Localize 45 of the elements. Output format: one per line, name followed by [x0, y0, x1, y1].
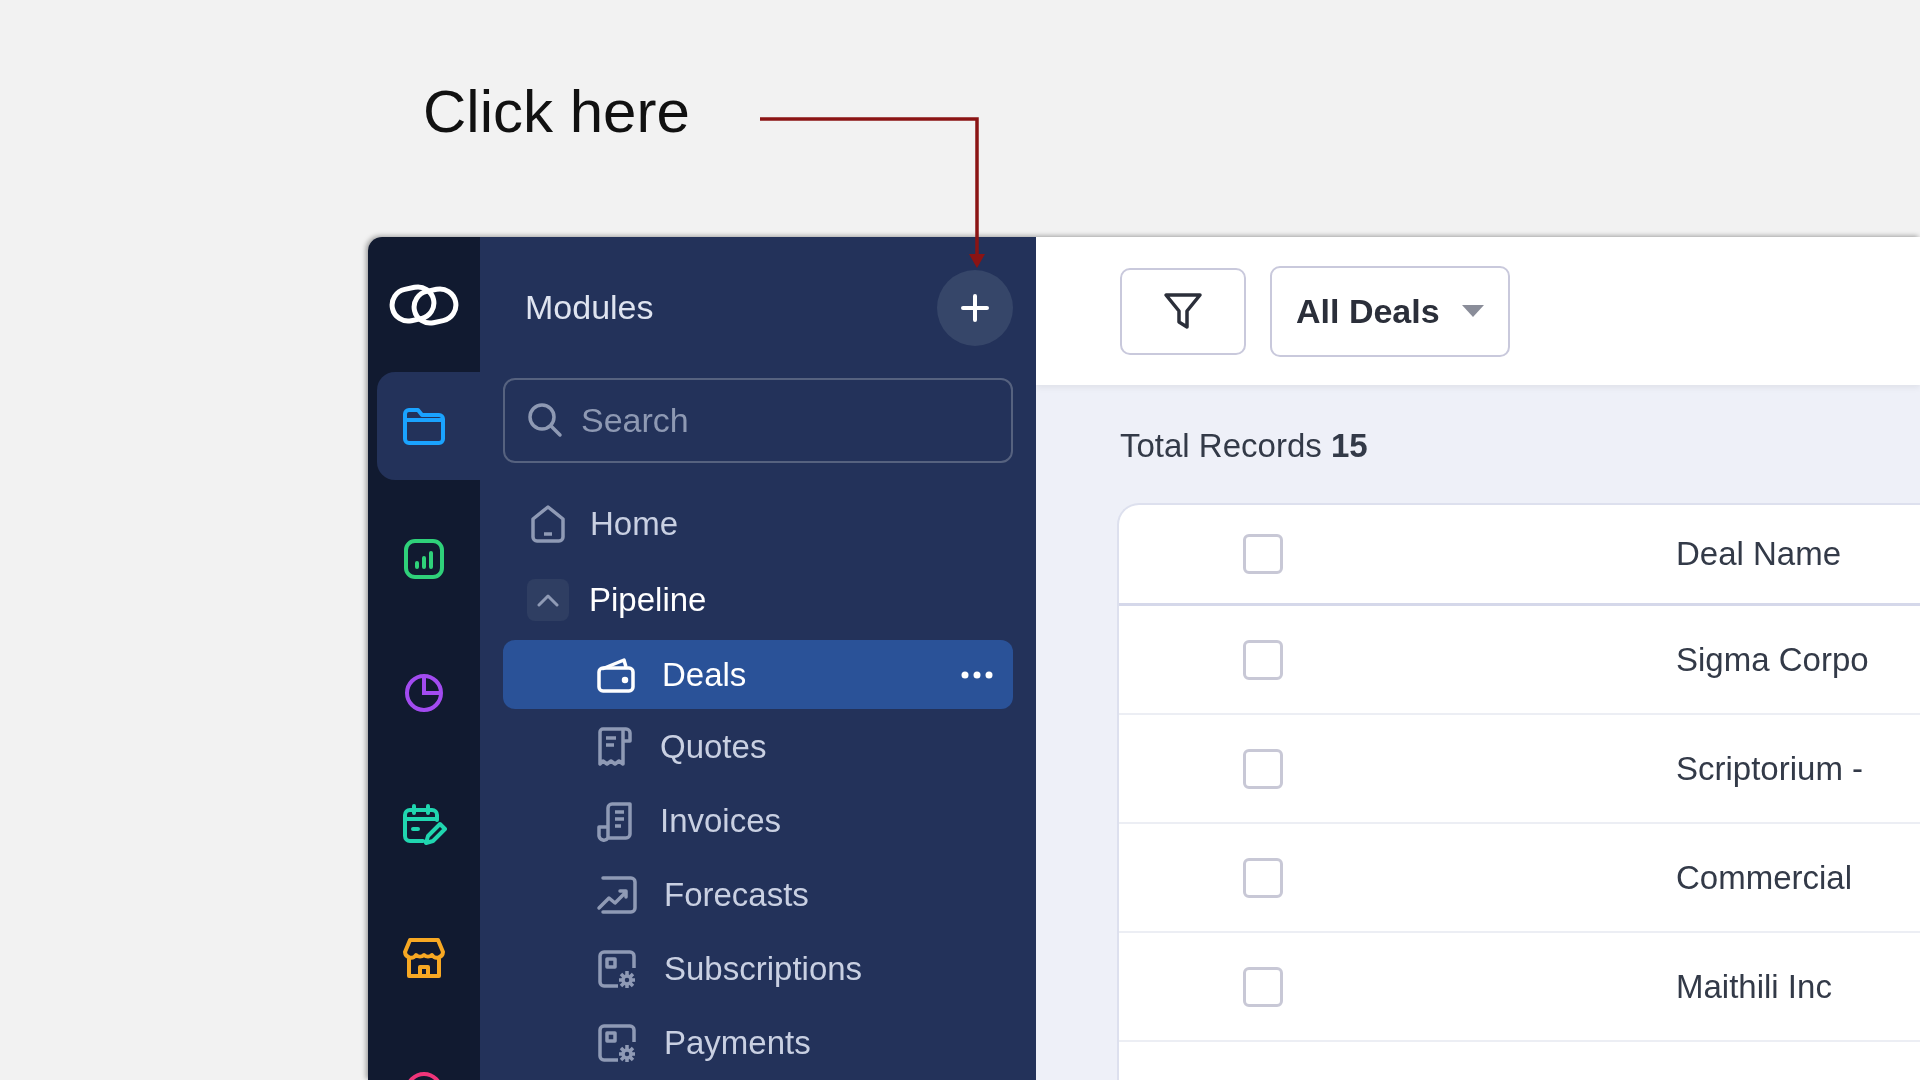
- nav-item[interactable]: Deals: [503, 640, 1013, 709]
- wallet-icon: [596, 655, 636, 694]
- receipt-icon: [596, 726, 634, 768]
- checkbox[interactable]: [1243, 857, 1283, 898]
- record-count: Total Records 15: [1120, 427, 1369, 465]
- nav-item[interactable]: Forecasts: [503, 859, 1013, 931]
- bar-chart-icon[interactable]: [403, 538, 445, 580]
- rail-tab[interactable]: [377, 372, 480, 480]
- chevron-icon: [537, 593, 559, 607]
- document-icon: [596, 800, 634, 842]
- nav-item[interactable]: Quotes: [503, 711, 1013, 783]
- checkbox[interactable]: [1243, 966, 1283, 1007]
- column-header[interactable]: Deal Name: [1676, 535, 1842, 573]
- settings-box-icon: [596, 948, 638, 990]
- checkbox[interactable]: [1243, 639, 1283, 680]
- nav-item[interactable]: Subscriptions: [503, 933, 1013, 1005]
- search-field[interactable]: Search: [503, 378, 1013, 463]
- logo-icon[interactable]: [389, 281, 459, 328]
- table-cell: Sigma Corpo: [1676, 640, 1869, 679]
- search-icon: [527, 402, 563, 438]
- nav-item[interactable]: Payments: [503, 1007, 1013, 1079]
- filter-button[interactable]: [1120, 267, 1246, 355]
- nav-group-label[interactable]: Pipeline: [589, 581, 707, 619]
- folder-icon[interactable]: [402, 406, 446, 446]
- caret-icon: [1461, 305, 1484, 317]
- checkbox[interactable]: [1243, 534, 1283, 574]
- nav-item[interactable]: Invoices: [503, 785, 1013, 857]
- panel-title: Modules: [525, 288, 654, 327]
- collapse-toggle[interactable]: [527, 579, 569, 621]
- table-cell: Commercial: [1676, 858, 1853, 897]
- calendar-edit-icon[interactable]: [401, 803, 447, 847]
- checkbox[interactable]: [1243, 748, 1283, 789]
- home-icon: [530, 504, 566, 544]
- pie-chart-icon[interactable]: [403, 671, 445, 713]
- table-cell: Scriptorium -: [1676, 749, 1864, 788]
- filter-icon: [1163, 291, 1203, 331]
- trend-chart-icon: [596, 875, 638, 915]
- view-dropdown[interactable]: All Deals: [1270, 265, 1510, 357]
- nav-item[interactable]: Home: [503, 486, 1013, 562]
- plus-icon: [961, 293, 989, 322]
- table-cell: Maithili Inc: [1676, 967, 1832, 1006]
- annotation-label: Click here: [423, 82, 690, 142]
- settings-box-icon: [596, 1022, 638, 1064]
- store-icon[interactable]: [402, 937, 446, 979]
- more-icon[interactable]: [961, 670, 993, 679]
